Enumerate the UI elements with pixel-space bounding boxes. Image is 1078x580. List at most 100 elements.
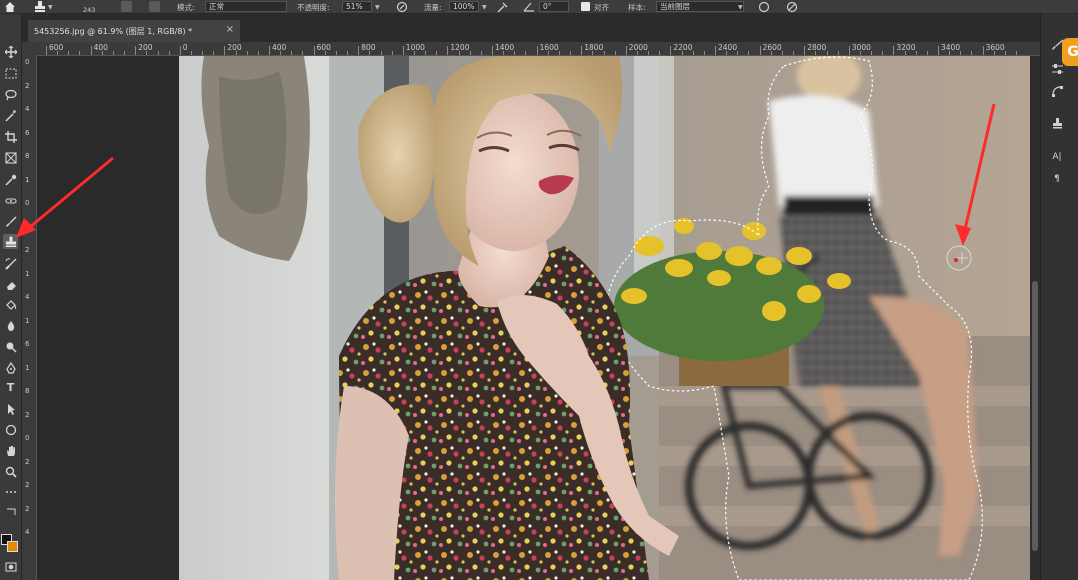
hand-icon[interactable] bbox=[3, 443, 18, 458]
vertical-scrollbar[interactable] bbox=[1030, 56, 1040, 580]
ruler-top-label: 3200 bbox=[896, 43, 916, 52]
ruler-tick bbox=[213, 51, 215, 55]
swap-colors-icon[interactable] bbox=[3, 504, 18, 519]
scrollbar-thumb[interactable] bbox=[1032, 281, 1038, 551]
mode-select[interactable]: 正常 bbox=[205, 1, 287, 12]
ruler-tick bbox=[648, 51, 650, 55]
ruler-tick bbox=[68, 51, 70, 55]
zoom-icon[interactable] bbox=[3, 464, 18, 479]
quick-mask-icon[interactable] bbox=[3, 559, 18, 574]
ruler-tick bbox=[302, 51, 304, 55]
ruler-tick bbox=[425, 51, 427, 55]
character-icon[interactable]: A| bbox=[1050, 150, 1064, 163]
opacity-input[interactable]: 51% bbox=[342, 1, 372, 12]
ruler-tick bbox=[1016, 51, 1018, 55]
ruler-tick bbox=[625, 46, 627, 55]
ruler-tick bbox=[871, 51, 873, 55]
flow-dropdown-icon[interactable]: ▼ bbox=[482, 0, 487, 14]
ruler-left-label: 0 bbox=[25, 58, 30, 66]
ruler-tick bbox=[436, 51, 438, 55]
aligned-label: 对齐 bbox=[594, 2, 609, 12]
ruler-tick bbox=[90, 46, 92, 55]
paragraph-icon[interactable]: ¶ bbox=[1050, 172, 1064, 185]
ruler-left-label: 6 bbox=[25, 128, 30, 137]
more-icon[interactable] bbox=[3, 484, 18, 499]
crop-icon[interactable] bbox=[3, 129, 18, 144]
pressure-size-icon[interactable] bbox=[786, 0, 798, 14]
ruler-tick bbox=[280, 51, 282, 55]
ruler-tick bbox=[358, 46, 360, 55]
ruler-tick bbox=[235, 51, 237, 55]
ruler-top[interactable]: 600 400 200 0 200 400 600 800 1000 1200 1400 1600 18… bbox=[37, 42, 1040, 56]
history-brush-icon[interactable] bbox=[3, 256, 18, 271]
ruler-top-label: 2600 bbox=[762, 43, 782, 52]
tools-panel: T bbox=[0, 14, 22, 580]
ruler-tick bbox=[859, 51, 861, 55]
opacity-dropdown-icon[interactable]: ▼ bbox=[375, 0, 380, 14]
ruler-tick bbox=[269, 46, 270, 55]
opacity-label: 不透明度: bbox=[297, 2, 330, 12]
ruler-tick bbox=[46, 46, 47, 55]
marquee-icon[interactable] bbox=[3, 66, 18, 81]
ruler-tick bbox=[993, 51, 995, 55]
path-select-icon[interactable] bbox=[3, 401, 18, 416]
document-photo[interactable] bbox=[179, 56, 1030, 580]
paint-bucket-icon[interactable] bbox=[3, 297, 18, 312]
background-color-swatch[interactable] bbox=[7, 541, 18, 552]
paths-icon[interactable] bbox=[1050, 84, 1064, 97]
ruler-tick bbox=[391, 51, 393, 55]
tool-preset-icon[interactable]: ▼ bbox=[34, 0, 53, 14]
adjust-icon[interactable] bbox=[1050, 62, 1064, 75]
ruler-left-label: 4 bbox=[25, 528, 30, 537]
ruler-tick bbox=[670, 46, 672, 55]
help-badge[interactable]: G bbox=[1062, 38, 1078, 66]
ruler-tick bbox=[347, 51, 349, 55]
brush-size-label[interactable]: 243 bbox=[83, 6, 95, 14]
ruler-tick bbox=[246, 51, 248, 55]
close-icon[interactable]: × bbox=[226, 24, 234, 35]
clone-source-icon[interactable] bbox=[1050, 116, 1064, 129]
ruler-tick bbox=[112, 51, 114, 55]
document-tab[interactable]: 5453256.jpg @ 61.9% (图层 1, RGB/8) * × bbox=[28, 20, 240, 42]
pressure-opacity-icon[interactable] bbox=[396, 0, 408, 14]
ruler-tick bbox=[202, 51, 204, 55]
ruler-left-label: 4 bbox=[25, 105, 30, 114]
ruler-tick bbox=[224, 46, 226, 55]
ruler-tick bbox=[826, 51, 828, 55]
shape-icon[interactable] bbox=[3, 422, 18, 437]
blur-icon[interactable] bbox=[3, 318, 18, 333]
ruler-top-label: 1000 bbox=[405, 43, 425, 52]
ruler-left[interactable]: 024681012141618202224 bbox=[22, 56, 37, 580]
ruler-tick bbox=[157, 51, 159, 55]
sample-select[interactable]: 当前图层 bbox=[656, 1, 744, 12]
document-tab-title: 5453256.jpg @ 61.9% (图层 1, RGB/8) * bbox=[34, 26, 193, 36]
lasso-icon[interactable] bbox=[3, 87, 18, 102]
flow-label: 流量: bbox=[424, 2, 442, 12]
canvas-area[interactable] bbox=[37, 56, 1030, 580]
ignore-adjustment-icon[interactable] bbox=[758, 0, 770, 14]
ruler-tick bbox=[291, 51, 293, 55]
airbrush-icon[interactable] bbox=[497, 0, 509, 14]
ruler-tick bbox=[313, 46, 315, 55]
pen-icon[interactable] bbox=[3, 360, 18, 375]
aligned-checkbox[interactable] bbox=[581, 2, 590, 11]
clone-source-panel-icon[interactable] bbox=[149, 1, 160, 12]
magic-wand-icon[interactable] bbox=[3, 108, 18, 123]
type-icon[interactable]: T bbox=[3, 380, 18, 395]
sample-dropdown-icon[interactable]: ▼ bbox=[738, 0, 743, 14]
move-icon[interactable] bbox=[3, 44, 18, 59]
home-icon[interactable] bbox=[4, 0, 16, 14]
ruler-tick bbox=[581, 46, 583, 55]
ruler-tick bbox=[547, 51, 549, 55]
ruler-tick bbox=[447, 46, 449, 55]
eraser-icon[interactable] bbox=[3, 277, 18, 292]
ruler-top-label: 200 bbox=[138, 43, 153, 52]
flow-input[interactable]: 100% bbox=[449, 1, 479, 12]
angle-input[interactable]: 0° bbox=[539, 1, 569, 12]
dodge-icon[interactable] bbox=[3, 339, 18, 354]
brush-panel-icon[interactable] bbox=[121, 1, 132, 12]
ruler-tick bbox=[904, 51, 906, 55]
options-bar: ▼ 243 模式: 正常 不透明度: 51% ▼ 流量: 100% ▼ 0° 对… bbox=[0, 0, 1078, 14]
annotation-arrow-left bbox=[16, 156, 114, 238]
ruler-tick bbox=[960, 51, 962, 55]
